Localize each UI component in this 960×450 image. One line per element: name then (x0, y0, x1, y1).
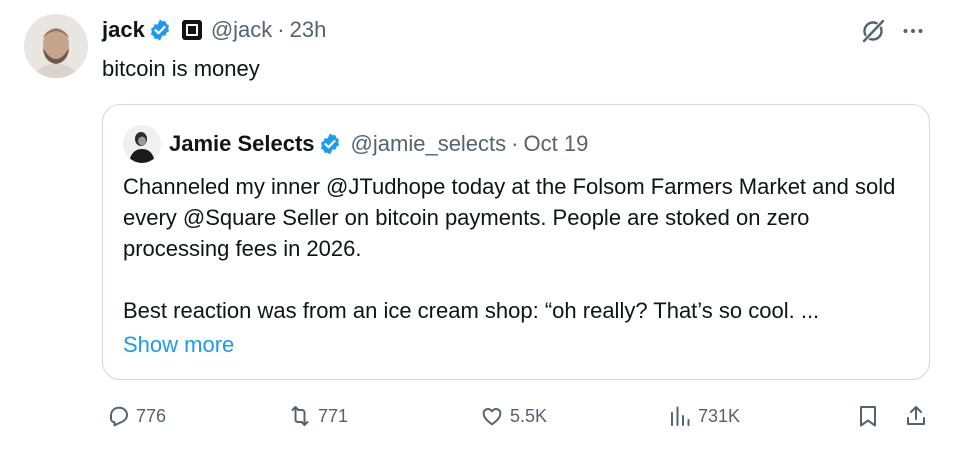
quote-date[interactable]: Oct 19 (524, 131, 589, 157)
tweet-header: jack @jack · 23h (102, 13, 326, 47)
views-chart-icon (671, 406, 690, 426)
repost-count: 771 (318, 405, 349, 426)
author-handle[interactable]: @jack (211, 13, 272, 47)
reply-icon (110, 406, 128, 427)
quote-author-name[interactable]: Jamie Selects (169, 131, 315, 157)
repost-button[interactable]: 771 (288, 396, 348, 436)
show-more-link[interactable]: Show more (123, 329, 234, 360)
reply-button[interactable]: 776 (106, 396, 166, 436)
quote-header-separator: · (511, 131, 519, 156)
quote-header: Jamie Selects @jamie_selects · Oct 19 (169, 127, 588, 161)
tweet-time[interactable]: 23h (290, 13, 327, 47)
views-button[interactable]: 731K (668, 396, 740, 436)
heart-icon (482, 408, 502, 426)
quote-author-handle[interactable]: @jamie_selects (351, 131, 507, 157)
quoted-tweet[interactable]: Jamie Selects @jamie_selects · Oct 19 Ch… (102, 104, 930, 380)
author-avatar[interactable] (24, 14, 88, 78)
avatar-photo-icon (123, 125, 161, 163)
more-options-icon[interactable] (898, 16, 928, 46)
tweet-text: bitcoin is money (102, 56, 260, 81)
reply-count: 776 (136, 405, 167, 426)
like-button[interactable]: 5.5K (480, 396, 547, 436)
like-count: 5.5K (510, 405, 548, 426)
bookmark-button[interactable] (856, 396, 880, 436)
quote-author-avatar[interactable] (123, 125, 161, 163)
grok-icon[interactable] (858, 16, 888, 46)
author-name[interactable]: jack (102, 13, 145, 47)
affiliate-badge-icon[interactable] (181, 20, 202, 40)
repost-icon (291, 406, 309, 426)
bookmark-icon (860, 406, 876, 427)
avatar-photo-icon (24, 14, 88, 78)
quote-text: Channeled my inner @JTudhope today at th… (123, 171, 913, 326)
quote-paragraph: Channeled my inner @JTudhope today at th… (123, 174, 896, 261)
tweet-actions: 776 771 5.5K 731K (0, 396, 960, 436)
quote-paragraph: Best reaction was from an ice cream shop… (123, 298, 820, 323)
verified-badge-icon (150, 19, 169, 41)
tweet: jack @jack · 23h bitcoin is money Jamie … (0, 0, 960, 450)
verified-badge-icon (320, 133, 339, 155)
share-button[interactable] (904, 396, 928, 436)
header-separator: · (277, 17, 285, 42)
views-count: 731K (698, 405, 741, 426)
share-icon (907, 406, 925, 425)
